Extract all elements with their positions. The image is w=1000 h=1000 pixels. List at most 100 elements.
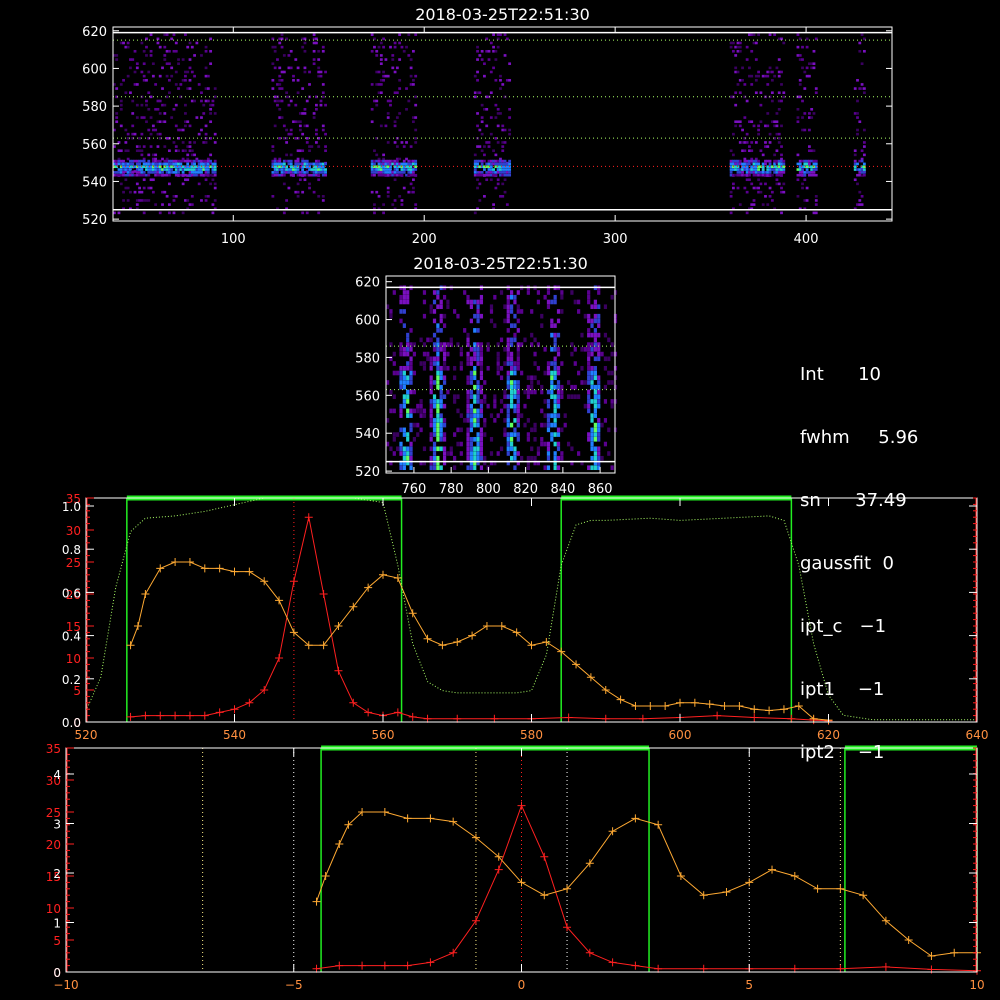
- heatmap-1-pixel: [743, 149, 747, 153]
- heatmap-2-pixel: [580, 380, 584, 385]
- plot-3-point-orange: [126, 641, 135, 650]
- heatmap-2-pixel: [553, 394, 557, 399]
- heatmap-2-pixel: [469, 446, 473, 452]
- heatmap-1-pixel: [862, 91, 866, 95]
- heatmap-2-pixel: [406, 413, 410, 418]
- heatmap-2-pixel: [509, 399, 514, 404]
- heatmap-1-pixel: [508, 116, 512, 119]
- heatmap-2-pixel: [493, 399, 497, 404]
- heatmap-2-pixel: [483, 432, 487, 437]
- heatmap-1-pixel: [186, 70, 190, 74]
- heatmap-2-pixel: [597, 304, 601, 310]
- heatmap-2-pixel: [436, 422, 440, 428]
- heatmap-1-pixel: [780, 83, 783, 86]
- heatmap-2-pixel: [439, 422, 443, 428]
- heatmap-1-pixel: [135, 103, 139, 107]
- heatmap-1-pixel: [163, 45, 167, 49]
- heatmap-2-pixel: [513, 408, 517, 414]
- heatmap-2-pixel: [389, 313, 393, 319]
- heatmap-2-pixel: [590, 347, 594, 352]
- heatmap-2-pixel: [479, 408, 484, 414]
- heatmap-2-pixel: [553, 332, 557, 338]
- heatmap-1-pixel: [324, 103, 327, 107]
- heatmap-2-pixel: [506, 418, 510, 423]
- heatmap-1-band-pixel: [508, 162, 512, 166]
- heatmap-1-pixel: [805, 186, 809, 190]
- heatmap-1-pixel: [188, 58, 192, 61]
- heatmap-2-pixel: [590, 380, 594, 385]
- heatmap-2-pixel: [469, 408, 473, 414]
- heatmap-1-band-pixel: [508, 168, 512, 171]
- heatmap-2-pixel: [530, 455, 534, 461]
- heatmap-2-pixel: [453, 399, 457, 404]
- heatmap-2-pixel: [496, 413, 500, 418]
- heatmap-1-pixel: [796, 107, 800, 111]
- heatmap-2-pixel: [570, 394, 574, 399]
- heatmap-2-pixel: [436, 403, 440, 409]
- heatmap-1-pixel: [202, 103, 206, 107]
- heatmap-1-pixel: [768, 132, 772, 136]
- heatmap-2-pixel: [436, 356, 440, 362]
- heatmap-1-pixel: [193, 54, 196, 57]
- heatmap-2-pixel: [506, 309, 510, 314]
- heatmap-1-pixel: [382, 70, 386, 74]
- heatmap-1-pixel: [379, 62, 383, 66]
- heatmap-1-pixel: [764, 195, 767, 198]
- heatmap-2-pixel: [593, 332, 597, 338]
- heatmap-1-pixel: [188, 87, 192, 90]
- heatmap-1-pixel: [308, 186, 311, 190]
- heatmap-2-pixel: [560, 294, 564, 300]
- heatmap-1-pixel: [398, 87, 402, 90]
- heatmap-2-pixel: [389, 408, 393, 414]
- heatmap-1-pixel: [188, 78, 192, 82]
- heatmap-1-pixel: [181, 211, 185, 215]
- plot-4-point-red: [494, 865, 503, 874]
- heatmap-1-band-pixel: [200, 171, 203, 174]
- heatmap-2-pixel: [506, 451, 510, 456]
- heatmap-1-pixel: [321, 83, 325, 86]
- heatmap-1-pixel: [757, 33, 761, 37]
- heatmap-1-pixel: [184, 124, 187, 128]
- heatmap-1-pixel: [768, 186, 772, 190]
- heatmap-1-pixel: [177, 87, 180, 90]
- plot-4-series-orange: [316, 811, 977, 957]
- heatmap-1-pixel: [200, 199, 203, 202]
- heatmap-1-pixel: [285, 153, 289, 157]
- heatmap-1-pixel: [138, 186, 142, 190]
- heatmap-1-pixel: [499, 78, 502, 82]
- heatmap-2-pixel: [409, 365, 413, 371]
- heatmap-2-pixel: [597, 422, 601, 428]
- heatmap-1-pixel: [478, 54, 482, 57]
- heatmap-2-pixel: [556, 309, 561, 314]
- heatmap-2-pixel: [593, 375, 597, 381]
- heatmap-2-pixel: [429, 384, 433, 390]
- heatmap-2-pixel: [509, 309, 514, 314]
- heatmap-1-pixel: [163, 190, 167, 194]
- heatmap-2-pixel: [402, 380, 406, 385]
- heatmap-1-pixel: [119, 149, 123, 153]
- heatmap-2-pixel: [610, 342, 614, 347]
- heatmap-1-pixel: [315, 141, 318, 144]
- heatmap-1-pixel: [147, 70, 151, 74]
- heatmap-1-pixel: [736, 83, 740, 86]
- heatmap-2-pixel: [513, 384, 517, 390]
- heatmap-2-pixel: [469, 455, 473, 461]
- heatmap-2-pixel: [509, 394, 514, 399]
- heatmap-2-pixel: [597, 290, 601, 295]
- heatmap-1-pixel: [209, 182, 213, 186]
- heatmap-1-band-pixel: [860, 159, 864, 163]
- heatmap-2-pixel: [506, 441, 510, 447]
- heatmap-2-pixel: [556, 432, 561, 437]
- heatmap-2-pixel: [520, 370, 524, 376]
- heatmap-1-pixel: [373, 45, 376, 49]
- plot-4-point-red: [426, 958, 435, 967]
- heatmap-1-pixel: [478, 199, 482, 202]
- heatmap-1-band-pixel: [768, 159, 772, 163]
- plot-4-point-orange: [380, 808, 389, 816]
- heatmap-2-ytick-label: 600: [355, 314, 380, 329]
- heatmap-1-pixel: [145, 103, 148, 107]
- heatmap-2-pixel: [469, 304, 473, 310]
- heatmap-2-pixel: [587, 432, 591, 437]
- heatmap-2-pixel: [402, 399, 406, 404]
- heatmap-2-pixel: [573, 394, 577, 399]
